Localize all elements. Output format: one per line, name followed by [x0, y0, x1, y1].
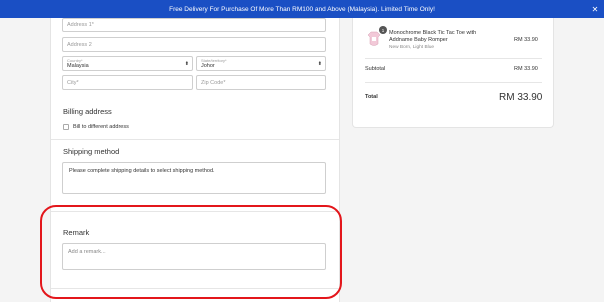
billing-title: Billing address: [63, 107, 112, 116]
remark-highlight-annotation: [40, 205, 342, 299]
shipping-title: Shipping method: [63, 147, 120, 156]
country-value: Malaysia: [67, 62, 89, 69]
shipping-method-box: Please complete shipping details to sele…: [62, 162, 326, 194]
divider: [365, 58, 542, 59]
country-select[interactable]: Country* Malaysia ⬍: [62, 56, 193, 71]
promo-banner-text: Free Delivery For Purchase Of More Than …: [169, 5, 435, 13]
bill-different-label[interactable]: Bill to different address: [73, 124, 129, 130]
item-name: Monochrome Black Tic Tac Toe with Addnam…: [389, 30, 477, 43]
zip-placeholder: Zip Code*: [201, 79, 226, 86]
close-icon[interactable]: ✕: [590, 4, 600, 14]
promo-banner: Free Delivery For Purchase Of More Than …: [0, 0, 604, 18]
zip-field[interactable]: Zip Code*: [196, 75, 326, 90]
address2-placeholder: Address 2: [67, 41, 92, 48]
divider: [51, 139, 339, 140]
item-variant: New Born, Light Blue: [389, 45, 435, 50]
item-price: RM 33.90: [514, 37, 538, 43]
quantity-badge: 1: [379, 26, 387, 34]
address1-field[interactable]: Address 1*: [62, 18, 326, 32]
chevron-updown-icon: ⬍: [317, 61, 322, 67]
city-field[interactable]: City*: [62, 75, 193, 90]
subtotal-label: Subtotal: [365, 66, 386, 72]
city-placeholder: City*: [67, 79, 79, 86]
subtotal-value: RM 33.90: [514, 66, 538, 72]
divider: [365, 82, 542, 83]
address1-placeholder: Address 1*: [67, 22, 94, 28]
address2-field[interactable]: Address 2: [62, 37, 326, 52]
state-value: Johor: [201, 62, 215, 69]
state-select[interactable]: State/territory* Johor ⬍: [196, 56, 326, 71]
shipping-message: Please complete shipping details to sele…: [69, 168, 215, 174]
bill-different-checkbox[interactable]: [63, 124, 69, 130]
total-value: RM 33.90: [499, 92, 543, 103]
total-label: Total: [365, 94, 378, 100]
chevron-updown-icon: ⬍: [184, 61, 189, 67]
